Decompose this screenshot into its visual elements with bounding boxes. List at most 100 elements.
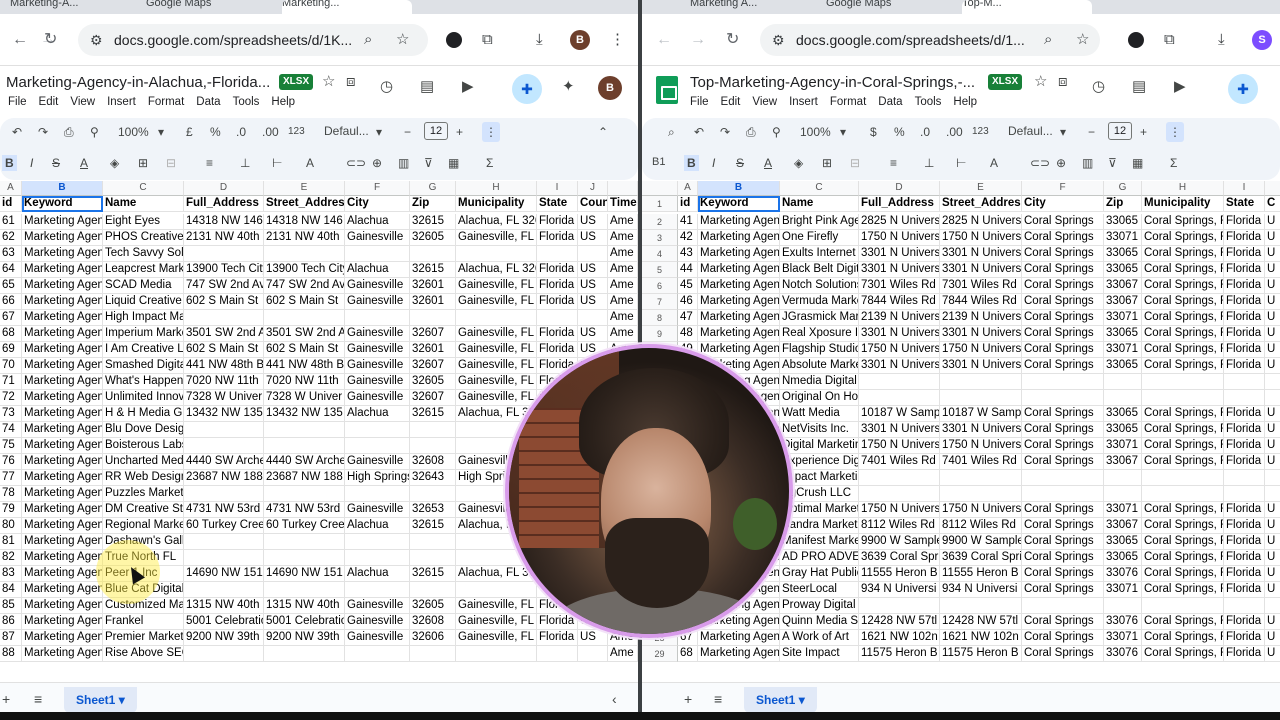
table-cell[interactable]: JGrasmick Marketing [780, 310, 859, 326]
add-sheet-icon[interactable]: + [2, 691, 10, 707]
extension-dot-icon[interactable] [446, 32, 462, 48]
menu-edit[interactable]: Edit [39, 96, 59, 108]
table-cell[interactable]: 747 SW 2nd Av [184, 278, 264, 294]
extensions-icon[interactable]: ⧉ [1164, 32, 1175, 48]
font-select[interactable]: Defaul... [1008, 122, 1053, 140]
table-cell[interactable]: Florida [1224, 230, 1265, 246]
zoom-select[interactable]: 100% [118, 124, 149, 140]
table-cell[interactable]: Marketing Agency [698, 294, 780, 310]
extensions-icon[interactable]: ⧉ [482, 32, 493, 48]
site-settings-icon[interactable]: ⚙ [772, 32, 785, 48]
forward-arrow-icon[interactable]: → [690, 32, 706, 48]
table-cell[interactable]: Gainesville [345, 358, 410, 374]
table-cell[interactable] [1022, 374, 1104, 390]
menu-tools[interactable]: Tools [233, 96, 260, 108]
column-header-i[interactable]: I [537, 181, 578, 196]
table-cell[interactable]: Watt Media [780, 406, 859, 422]
table-cell[interactable]: Coral Springs, F [1142, 342, 1224, 358]
row-id-cell[interactable]: 86 [0, 614, 22, 630]
table-cell[interactable]: 33071 [1104, 502, 1142, 518]
table-cell[interactable]: Marketing Agency [698, 278, 780, 294]
column-header-f[interactable]: F [345, 181, 410, 196]
table-cell[interactable]: 4440 SW Arche [184, 454, 264, 470]
print-icon[interactable]: ⎙ [746, 124, 756, 140]
table-cell[interactable]: 14318 NW 146 [184, 214, 264, 230]
table-cell[interactable]: PHOS Creative [103, 230, 184, 246]
table-cell[interactable] [184, 550, 264, 566]
table-cell[interactable] [940, 486, 1022, 502]
chart-icon[interactable]: ▥ [1082, 155, 1093, 171]
select-all-corner[interactable] [642, 181, 678, 196]
table-cell[interactable]: 33065 [1104, 358, 1142, 374]
table-cell[interactable]: Marketing Agency [22, 454, 103, 470]
download-icon[interactable]: ⤓ [1218, 32, 1225, 48]
table-cell[interactable]: Florida [1224, 582, 1265, 598]
table-cell[interactable]: 9200 NW 39th [184, 630, 264, 646]
table-cell[interactable]: 5001 Celebration [184, 614, 264, 630]
table-cell[interactable] [410, 246, 456, 262]
table-cell[interactable]: Quinn Media Studio [780, 614, 859, 630]
table-cell[interactable]: Coral Springs [1022, 614, 1104, 630]
font-size-increase[interactable]: + [456, 124, 463, 140]
table-cell[interactable]: 60 Turkey Creek [184, 518, 264, 534]
table-cell[interactable] [410, 422, 456, 438]
decrease-decimal[interactable]: .0 [236, 124, 246, 140]
table-cell[interactable]: 33071 [1104, 342, 1142, 358]
text-color-icon[interactable]: A [80, 155, 88, 171]
table-cell[interactable]: 14318 NW 146 [264, 214, 345, 230]
table-cell[interactable]: Marketing Agency [22, 566, 103, 582]
table-cell[interactable] [264, 582, 345, 598]
row-number[interactable]: 9 [642, 326, 678, 342]
meet-icon[interactable]: ▶ [1174, 78, 1186, 96]
table-cell[interactable]: Florida [1224, 214, 1265, 230]
table-cell[interactable]: Ame [608, 246, 638, 262]
table-cell[interactable]: Ame [608, 326, 638, 342]
table-cell[interactable]: 13900 Tech City [264, 262, 345, 278]
percent-format[interactable]: % [894, 124, 905, 140]
table-cell[interactable]: Rise Above SEO [103, 646, 184, 662]
merge-icon[interactable]: ⊟ [166, 155, 176, 171]
table-cell[interactable]: Gainesville, FL [456, 630, 537, 646]
table-cell[interactable] [264, 534, 345, 550]
table-cell[interactable]: Marketing Agency [22, 518, 103, 534]
table-cell[interactable] [1265, 470, 1280, 486]
table-cell[interactable]: SteerLocal [780, 582, 859, 598]
table-cell[interactable]: Coral Springs, F [1142, 502, 1224, 518]
table-cell[interactable]: Coral Springs, F [1142, 406, 1224, 422]
browser-tab-2[interactable]: Google Maps [826, 0, 946, 14]
menu-data[interactable]: Data [878, 96, 902, 108]
table-cell[interactable]: Coral Springs, F [1142, 246, 1224, 262]
table-cell[interactable] [940, 470, 1022, 486]
table-cell[interactable]: 7020 NW 11th [264, 374, 345, 390]
table-cell[interactable] [184, 310, 264, 326]
table-cell[interactable]: Sandra Marketing [780, 518, 859, 534]
filter-icon[interactable]: ⊽ [424, 155, 433, 171]
table-cell[interactable]: 23687 NW 188 [184, 470, 264, 486]
table-cell[interactable] [537, 246, 578, 262]
table-cell[interactable] [345, 310, 410, 326]
table-cell[interactable]: 32601 [410, 294, 456, 310]
table-cell[interactable]: Ame [608, 310, 638, 326]
chevron-down-icon[interactable]: ▾ [158, 124, 164, 140]
table-cell[interactable]: 7401 Wiles Rd [859, 454, 940, 470]
column-header-g[interactable]: G [410, 181, 456, 196]
table-cell[interactable]: 11555 Heron B [940, 566, 1022, 582]
table-cell[interactable]: 32607 [410, 326, 456, 342]
header-cell[interactable]: City [1022, 196, 1104, 212]
table-cell[interactable] [1142, 470, 1224, 486]
table-cell[interactable]: Florida [1224, 422, 1265, 438]
zoom-icon[interactable]: ⌕ [364, 31, 372, 49]
table-cell[interactable] [1022, 470, 1104, 486]
table-cell[interactable] [1022, 486, 1104, 502]
table-cell[interactable]: Marketing Agency [698, 230, 780, 246]
menu-help[interactable]: Help [953, 96, 977, 108]
header-cell[interactable]: Keyword [698, 196, 780, 212]
table-cell[interactable] [1104, 390, 1142, 406]
table-cell[interactable]: Marketing Agency [698, 214, 780, 230]
table-cell[interactable]: Coral Springs [1022, 566, 1104, 582]
table-cell[interactable]: 2825 N Univers [940, 214, 1022, 230]
row-id-cell[interactable]: 41 [678, 214, 698, 230]
table-cell[interactable]: 3301 N Univers [940, 358, 1022, 374]
star-icon[interactable]: ☆ [1034, 73, 1047, 91]
table-cell[interactable] [537, 646, 578, 662]
